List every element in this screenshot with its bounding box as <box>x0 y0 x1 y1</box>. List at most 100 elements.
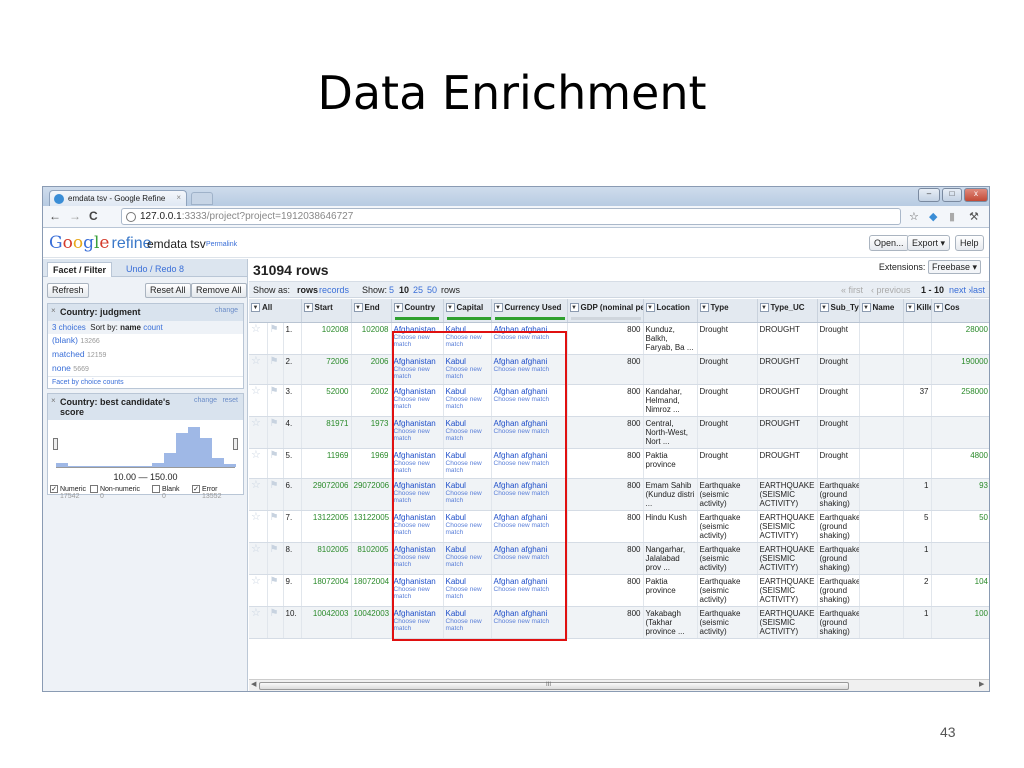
choose-new-match-link[interactable]: Choose new match <box>394 366 441 380</box>
browser-tab[interactable]: emdata tsv - Google Refine × <box>49 190 187 206</box>
cos-cell[interactable]: 104 <box>931 574 989 607</box>
choose-new-match-link[interactable]: Choose new match <box>394 554 441 568</box>
location-cell[interactable]: Paktia province <box>643 448 698 479</box>
remove-all-button[interactable]: Remove All <box>191 283 247 298</box>
start-cell[interactable]: 102008 <box>301 322 352 355</box>
capital-match[interactable]: Kabul <box>446 387 466 396</box>
name-cell[interactable] <box>859 478 904 511</box>
currency-match[interactable]: Afghan afghani <box>494 419 548 428</box>
choose-new-match-link[interactable]: Choose new match <box>394 396 441 410</box>
killed-cell[interactable]: 5 <box>903 510 932 543</box>
sub-type-cell[interactable]: Earthquake (ground shaking) <box>817 542 860 575</box>
currency-cell[interactable]: Afghan afghani Choose new match <box>491 354 568 385</box>
location-cell[interactable]: Paktia province <box>643 574 698 607</box>
choose-new-match-link[interactable]: Choose new match <box>494 618 565 625</box>
sub-type-cell[interactable]: Drought <box>817 448 860 479</box>
start-cell[interactable]: 8102005 <box>301 542 352 575</box>
page-size-5[interactable]: 5 <box>389 285 394 295</box>
capital-match[interactable]: Kabul <box>446 419 466 428</box>
column-header-sub-type[interactable]: ▼Sub_Type <box>817 299 860 323</box>
facet-choice[interactable]: matched 12159 <box>48 348 243 362</box>
country-match[interactable]: Afghanistan <box>394 577 436 586</box>
start-cell[interactable]: 72006 <box>301 354 352 385</box>
flag-icon[interactable]: ⚑ <box>267 574 284 607</box>
name-cell[interactable] <box>859 448 904 479</box>
choose-new-match-link[interactable]: Choose new match <box>494 366 565 373</box>
scroll-left-arrow-icon[interactable]: ◀ <box>251 680 256 688</box>
country-cell[interactable]: Afghanistan Choose new match <box>391 478 444 511</box>
country-match[interactable]: Afghanistan <box>394 419 436 428</box>
end-cell[interactable]: 102008 <box>351 322 392 355</box>
gdp-cell[interactable]: 800 <box>567 574 644 607</box>
star-icon[interactable]: ☆ <box>249 448 268 479</box>
killed-cell[interactable] <box>903 354 932 385</box>
column-header-cos[interactable]: ▼ Cos <box>931 299 989 323</box>
star-icon[interactable]: ☆ <box>249 478 268 511</box>
type-uc-cell[interactable]: EARTHQUAKE (SEISMIC ACTIVITY) <box>757 574 818 607</box>
start-cell[interactable]: 18072004 <box>301 574 352 607</box>
type-uc-cell[interactable]: DROUGHT <box>757 448 818 479</box>
cos-cell[interactable]: 258000 <box>931 384 989 417</box>
type-uc-cell[interactable]: EARTHQUAKE (SEISMIC ACTIVITY) <box>757 478 818 511</box>
choose-new-match-link[interactable]: Choose new match <box>446 522 489 536</box>
tab-facet-filter[interactable]: Facet / Filter <box>47 262 113 277</box>
end-cell[interactable]: 18072004 <box>351 574 392 607</box>
location-cell[interactable]: Nangarhar, Jalalabad prov ... <box>643 542 698 575</box>
choose-new-match-link[interactable]: Choose new match <box>446 428 489 442</box>
flag-icon[interactable]: ⚑ <box>267 510 284 543</box>
permalink-link[interactable]: Permalink <box>206 241 237 248</box>
choose-new-match-link[interactable]: Choose new match <box>394 490 441 504</box>
google-refine-logo[interactable]: Google refine <box>49 233 152 253</box>
new-tab-button[interactable] <box>191 192 213 205</box>
name-cell[interactable] <box>859 542 904 575</box>
column-header-type-uc[interactable]: ▼ Type_UC <box>757 299 818 323</box>
choose-new-match-link[interactable]: Choose new match <box>446 586 489 600</box>
bookmark-star-icon[interactable]: ☆ <box>909 210 919 223</box>
type-uc-cell[interactable]: DROUGHT <box>757 416 818 449</box>
type-uc-cell[interactable]: EARTHQUAKE (SEISMIC ACTIVITY) <box>757 606 818 639</box>
choose-new-match-link[interactable]: Choose new match <box>494 460 565 467</box>
name-cell[interactable] <box>859 416 904 449</box>
choose-new-match-link[interactable]: Choose new match <box>446 490 489 504</box>
type-cell[interactable]: Earthquake (seismic activity) <box>697 542 758 575</box>
show-as-rows[interactable]: rows <box>297 285 318 295</box>
killed-cell[interactable] <box>903 322 932 355</box>
country-cell[interactable]: Afghanistan Choose new match <box>391 384 444 417</box>
capital-cell[interactable]: Kabul Choose new match <box>443 448 492 479</box>
flag-icon[interactable]: ⚑ <box>267 606 284 639</box>
end-cell[interactable]: 13122005 <box>351 510 392 543</box>
country-cell[interactable]: Afghanistan Choose new match <box>391 322 444 355</box>
type-uc-cell[interactable]: DROUGHT <box>757 384 818 417</box>
type-cell[interactable]: Drought <box>697 354 758 385</box>
currency-cell[interactable]: Afghan afghani Choose new match <box>491 574 568 607</box>
reset-all-button[interactable]: Reset All <box>145 283 191 298</box>
choose-new-match-link[interactable]: Choose new match <box>446 554 489 568</box>
column-header-capital[interactable]: ▼ Capital <box>443 299 492 323</box>
country-match[interactable]: Afghanistan <box>394 451 436 460</box>
country-match[interactable]: Afghanistan <box>394 357 436 366</box>
choose-new-match-link[interactable]: Choose new match <box>394 586 441 600</box>
country-cell[interactable]: Afghanistan Choose new match <box>391 354 444 385</box>
type-cell[interactable]: Drought <box>697 384 758 417</box>
star-icon[interactable]: ☆ <box>249 354 268 385</box>
facet-change-link[interactable]: change <box>215 307 238 314</box>
sub-type-cell[interactable]: Earthquake (ground shaking) <box>817 478 860 511</box>
star-icon[interactable]: ☆ <box>249 542 268 575</box>
killed-cell[interactable] <box>903 448 932 479</box>
column-header-type[interactable]: ▼ Type <box>697 299 758 323</box>
choose-new-match-link[interactable]: Choose new match <box>494 334 565 341</box>
column-header-name[interactable]: ▼ Name <box>859 299 904 323</box>
killed-cell[interactable]: 2 <box>903 574 932 607</box>
show-as-records[interactable]: records <box>319 285 349 295</box>
gdp-cell[interactable]: 800 <box>567 354 644 385</box>
killed-cell[interactable] <box>903 416 932 449</box>
name-cell[interactable] <box>859 384 904 417</box>
histogram-right-handle[interactable] <box>233 438 238 450</box>
choose-new-match-link[interactable]: Choose new match <box>394 334 441 348</box>
tab-undo-redo[interactable]: Undo / Redo 8 <box>121 262 189 277</box>
currency-cell[interactable]: Afghan afghani Choose new match <box>491 416 568 449</box>
currency-match[interactable]: Afghan afghani <box>494 577 548 586</box>
address-bar[interactable]: 127.0.0.1:3333/project?project=191203864… <box>121 208 901 225</box>
facet-choice[interactable]: none 5669 <box>48 362 243 376</box>
maximize-button[interactable]: □ <box>942 188 962 202</box>
